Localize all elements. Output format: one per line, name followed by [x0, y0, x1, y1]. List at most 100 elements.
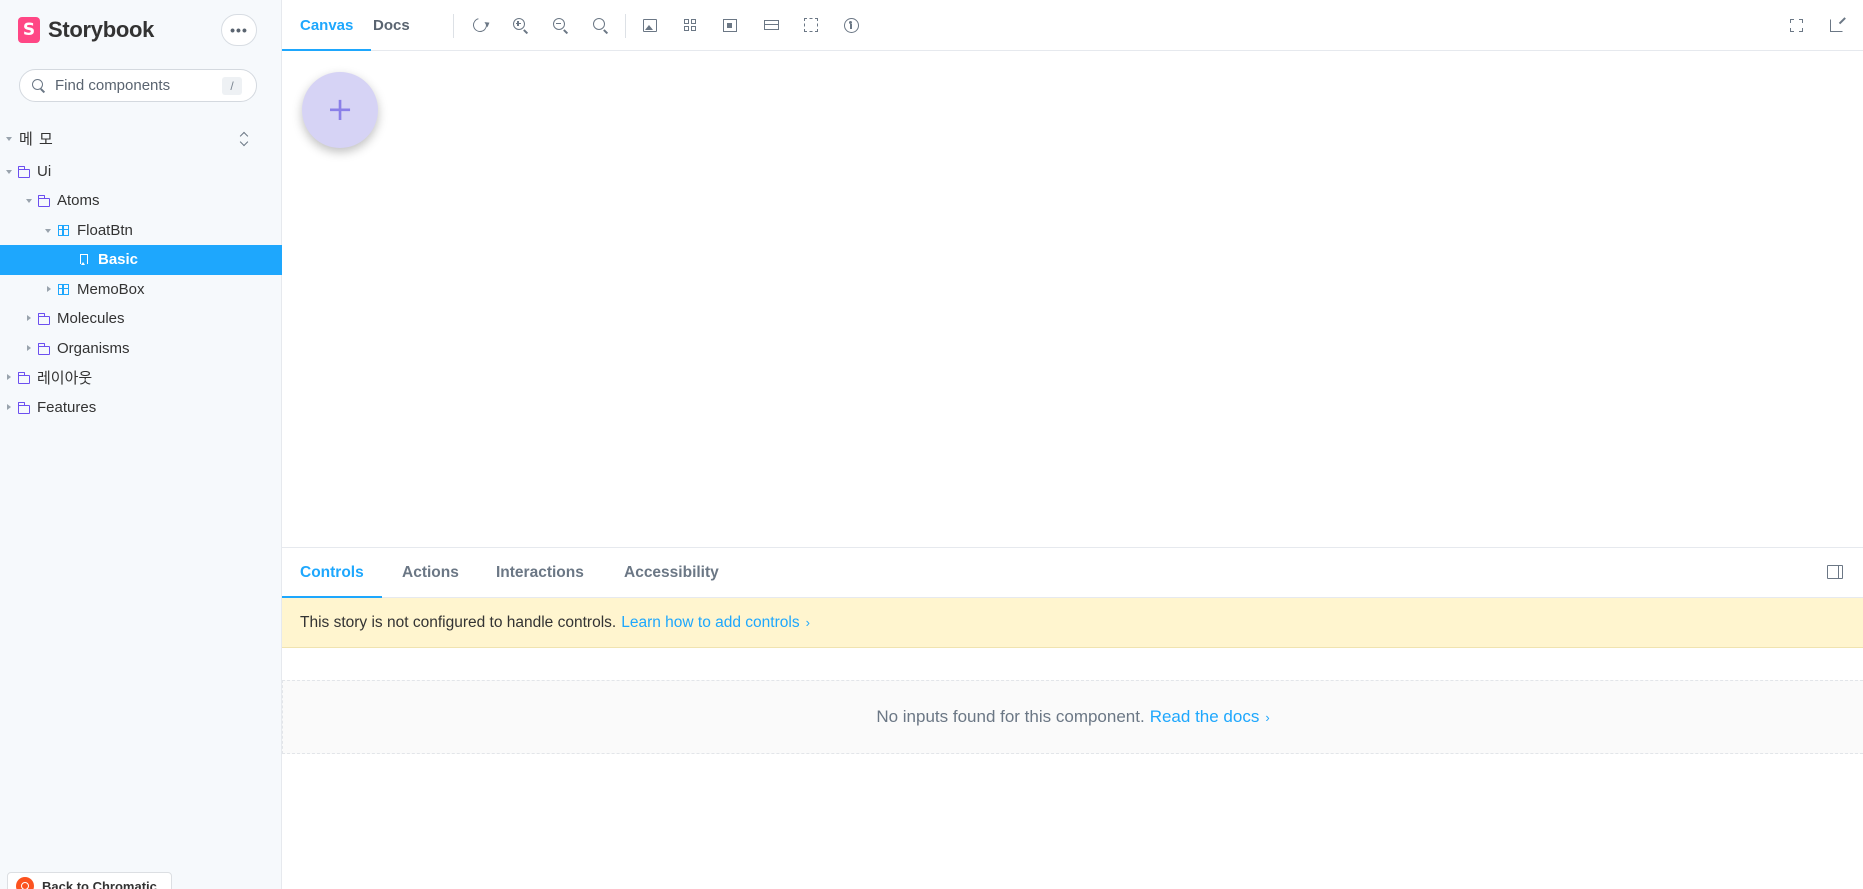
viewport-icon	[723, 18, 737, 32]
sidebar-item-memobox[interactable]: MemoBox	[0, 275, 282, 305]
root-group-label: 메 모	[19, 131, 54, 149]
chevron-right-icon	[27, 344, 31, 351]
chevron-right-icon	[7, 374, 11, 380]
folder-icon	[17, 401, 30, 414]
float-button[interactable]: +	[302, 72, 378, 148]
sidebar-item-label: 레이아웃	[37, 370, 93, 388]
search-shortcut-key: /	[222, 77, 242, 95]
controls-warning-banner: This story is not configured to handle c…	[282, 598, 1863, 648]
sidebar-item-floatbtn[interactable]: FloatBtn	[0, 216, 282, 246]
chevron-right-icon	[47, 285, 51, 292]
zoom-out-icon	[552, 17, 565, 30]
sidebar: S Storybook ••• / 메 모 Ui Atoms FloatBtn	[0, 0, 282, 889]
grid-icon	[683, 18, 697, 32]
chevron-right-icon: ›	[1265, 709, 1270, 725]
zoom-in-icon	[512, 17, 525, 30]
toolbar-divider	[453, 14, 454, 38]
sidebar-item-features[interactable]: Features	[0, 393, 282, 423]
zoom-reset-button[interactable]	[589, 14, 611, 36]
sidebar-tree: 메 모 Ui Atoms FloatBtn Basic MemoBox Mole…	[0, 124, 282, 422]
background-button[interactable]	[639, 14, 661, 36]
folder-icon	[37, 195, 50, 207]
reload-icon	[470, 15, 490, 35]
back-to-chromatic-button[interactable]: Back to Chromatic	[7, 872, 172, 889]
tab-accessibility[interactable]: Accessibility	[624, 548, 719, 598]
chevron-down-icon	[6, 169, 12, 174]
storybook-brand[interactable]: S Storybook	[18, 16, 154, 44]
sidebar-item-organisms[interactable]: Organisms	[0, 334, 282, 364]
tab-interactions[interactable]: Interactions	[496, 548, 584, 598]
app-name: Storybook	[48, 17, 155, 42]
search-icon	[32, 78, 46, 93]
plus-icon: +	[326, 89, 354, 128]
sidebar-item-label: Atoms	[57, 192, 100, 210]
chevron-right-icon	[27, 315, 31, 321]
viewport-button[interactable]	[719, 14, 741, 36]
accessibility-icon	[843, 17, 859, 33]
measure-icon	[763, 20, 779, 30]
chevron-down-icon	[6, 137, 12, 141]
learn-controls-link[interactable]: Learn how to add controls	[621, 614, 799, 632]
tab-docs[interactable]: Docs	[373, 0, 410, 51]
tab-canvas[interactable]: Canvas	[282, 0, 372, 52]
sidebar-item-label: Ui	[37, 162, 52, 180]
addon-panel: Controls Actions Interactions Accessibil…	[282, 547, 1863, 889]
panel-orientation-icon[interactable]	[1827, 565, 1843, 579]
read-docs-link[interactable]: Read the docs	[1150, 707, 1260, 727]
sidebar-menu-button[interactable]: •••	[221, 14, 257, 46]
folder-icon	[17, 372, 30, 384]
expand-all-icon[interactable]	[240, 132, 249, 146]
folder-icon	[17, 165, 30, 178]
fullscreen-button[interactable]	[1785, 14, 1807, 36]
measure-button[interactable]	[760, 14, 782, 36]
sidebar-item-layout[interactable]: 레이아웃	[0, 363, 282, 393]
warning-text: This story is not configured to handle c…	[300, 613, 617, 631]
chevron-down-icon	[26, 199, 32, 203]
search-input[interactable]	[55, 77, 215, 94]
tab-controls[interactable]: Controls	[282, 548, 382, 599]
chevron-right-icon: ›	[805, 615, 810, 630]
chevron-right-icon	[7, 403, 11, 410]
search-box[interactable]: /	[19, 69, 257, 102]
empty-controls-state: No inputs found for this component. Read…	[282, 680, 1863, 754]
sidebar-item-basic[interactable]: Basic	[0, 245, 282, 275]
component-icon	[58, 224, 69, 236]
ellipsis-icon: •••	[230, 22, 248, 38]
outline-icon	[804, 18, 818, 32]
zoom-out-button[interactable]	[549, 14, 571, 36]
sidebar-item-atoms[interactable]: Atoms	[0, 186, 282, 216]
open-new-tab-icon	[1829, 18, 1843, 32]
zoom-in-button[interactable]	[509, 14, 531, 36]
open-new-tab-button[interactable]	[1825, 14, 1847, 36]
sidebar-item-ui[interactable]: Ui	[0, 157, 282, 187]
chromatic-logo-icon	[16, 877, 34, 889]
empty-text: No inputs found for this component.	[876, 707, 1145, 726]
accessibility-button[interactable]	[840, 14, 862, 36]
sidebar-item-label: MemoBox	[77, 280, 145, 298]
grid-button[interactable]	[679, 14, 701, 36]
storybook-logo-icon: S	[18, 17, 40, 43]
sidebar-item-label: FloatBtn	[77, 221, 133, 239]
sidebar-item-molecules[interactable]: Molecules	[0, 304, 282, 334]
toolbar: Canvas Docs	[282, 0, 1863, 52]
tab-actions[interactable]: Actions	[402, 548, 459, 598]
sidebar-item-label: Molecules	[57, 310, 125, 328]
sidebar-item-label: Organisms	[57, 339, 130, 357]
reload-button[interactable]	[469, 14, 491, 36]
fullscreen-icon	[1789, 18, 1803, 32]
component-icon	[58, 283, 69, 295]
addon-tabs: Controls Actions Interactions Accessibil…	[282, 548, 1863, 599]
background-icon	[643, 18, 657, 32]
folder-icon	[37, 342, 50, 355]
outline-button[interactable]	[800, 14, 822, 36]
back-to-chromatic-label: Back to Chromatic	[42, 878, 157, 889]
zoom-reset-icon	[592, 17, 605, 30]
sidebar-item-label: Features	[37, 398, 97, 416]
sidebar-item-label: Basic	[98, 251, 139, 269]
folder-icon	[37, 313, 50, 325]
bookmark-icon	[80, 254, 88, 265]
toolbar-divider	[625, 14, 626, 38]
preview-canvas: +	[282, 51, 1863, 547]
chevron-down-icon	[45, 228, 51, 233]
root-group-header[interactable]: 메 모	[0, 124, 282, 154]
